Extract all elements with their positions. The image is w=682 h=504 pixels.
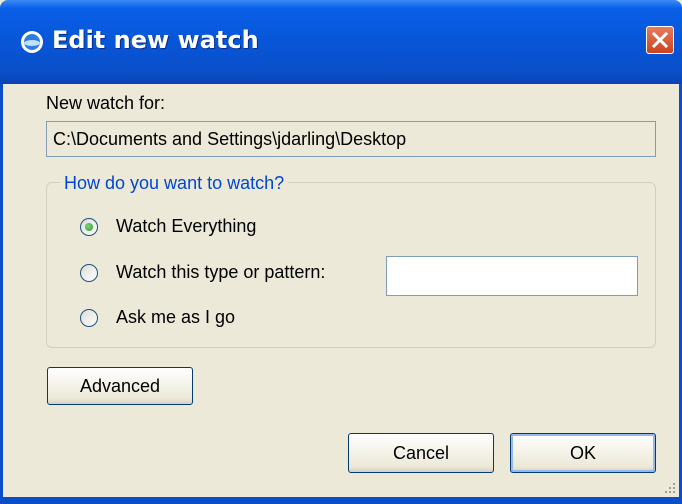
advanced-button[interactable]: Advanced — [47, 367, 193, 405]
radio-selected-dot — [85, 223, 93, 231]
option-label-watch-everything[interactable]: Watch Everything — [116, 216, 256, 237]
close-icon — [651, 31, 669, 49]
option-label-ask-me[interactable]: Ask me as I go — [116, 307, 235, 328]
group-legend: How do you want to watch? — [60, 173, 289, 194]
radio-watch-pattern[interactable] — [80, 264, 98, 282]
radio-watch-everything[interactable] — [80, 218, 98, 236]
resize-grip-icon[interactable] — [662, 480, 676, 494]
title-bar[interactable]: Edit new watch — [0, 0, 682, 84]
option-label-watch-pattern[interactable]: Watch this type or pattern: — [116, 262, 325, 283]
window-title: Edit new watch — [52, 26, 259, 54]
close-button[interactable] — [646, 26, 674, 54]
watch-path-field: C:\Documents and Settings\jdarling\Deskt… — [46, 121, 656, 157]
radio-ask-me[interactable] — [80, 309, 98, 327]
pattern-input[interactable] — [386, 256, 638, 296]
cancel-button[interactable]: Cancel — [348, 433, 494, 473]
ok-button[interactable]: OK — [510, 433, 656, 473]
watch-for-label: New watch for: — [46, 93, 166, 113]
app-globe-icon — [20, 30, 44, 54]
window-frame-bottom — [0, 497, 682, 504]
